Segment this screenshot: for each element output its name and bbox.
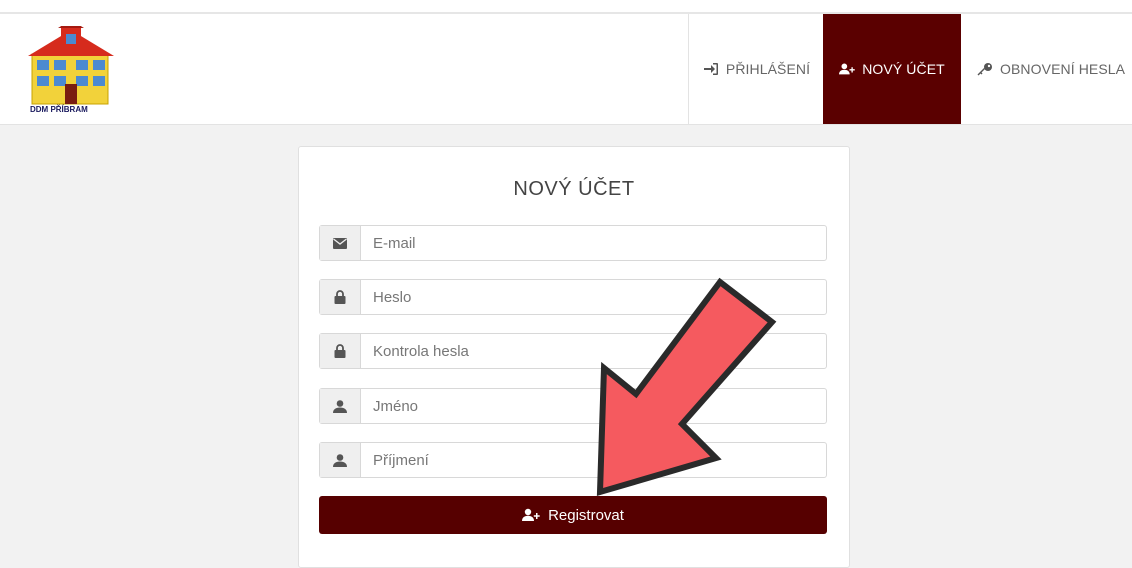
user-icon [333,453,347,467]
nav-password-reset[interactable]: OBNOVENÍ HESLA [961,14,1132,124]
last-name-input[interactable] [361,443,826,477]
lock-addon [320,334,361,368]
navbar: DDM PŘÍBRAM PŘIHLÁŠENÍ NOVÝ ÚČET OBNOVEN… [0,14,1132,125]
lock-addon [320,280,361,314]
nav-password-reset-label: OBNOVENÍ HESLA [1000,61,1126,77]
lock-icon [334,290,346,304]
envelope-icon [333,237,347,249]
registration-card: NOVÝ ÚČET E-mail Jméno Příjmení Registro… [298,146,850,568]
register-button[interactable]: Registrovat [319,496,827,534]
ddm-pribram-logo[interactable]: DDM PŘÍBRAM [28,26,114,114]
nav-login[interactable]: PŘIHLÁŠENÍ [688,14,824,124]
email-field [319,225,827,261]
form-title: NOVÝ ÚČET [513,178,635,200]
nav-login-label: PŘIHLÁŠENÍ [725,61,811,77]
password-field [319,279,827,315]
user-addon [320,443,361,477]
nav-new-account[interactable]: NOVÝ ÚČET [823,14,961,124]
nav-new-account-label: NOVÝ ÚČET [862,61,945,77]
first-name-input[interactable] [361,389,826,423]
user-icon [333,399,347,413]
first-name-field [319,388,827,424]
password-input[interactable] [361,280,826,314]
key-icon [977,63,992,76]
email-input[interactable] [361,226,826,260]
top-strip [0,0,1132,14]
lock-icon [334,344,346,358]
password-confirm-input[interactable] [361,334,826,368]
logo-text: DDM PŘÍBRAM [30,105,88,114]
user-plus-icon [839,63,855,75]
envelope-addon [320,226,361,260]
last-name-field [319,442,827,478]
password-confirm-field [319,333,827,369]
sign-in-icon [703,63,718,75]
register-label: Registrovat [548,506,624,524]
user-plus-icon [522,508,540,521]
user-addon [320,389,361,423]
